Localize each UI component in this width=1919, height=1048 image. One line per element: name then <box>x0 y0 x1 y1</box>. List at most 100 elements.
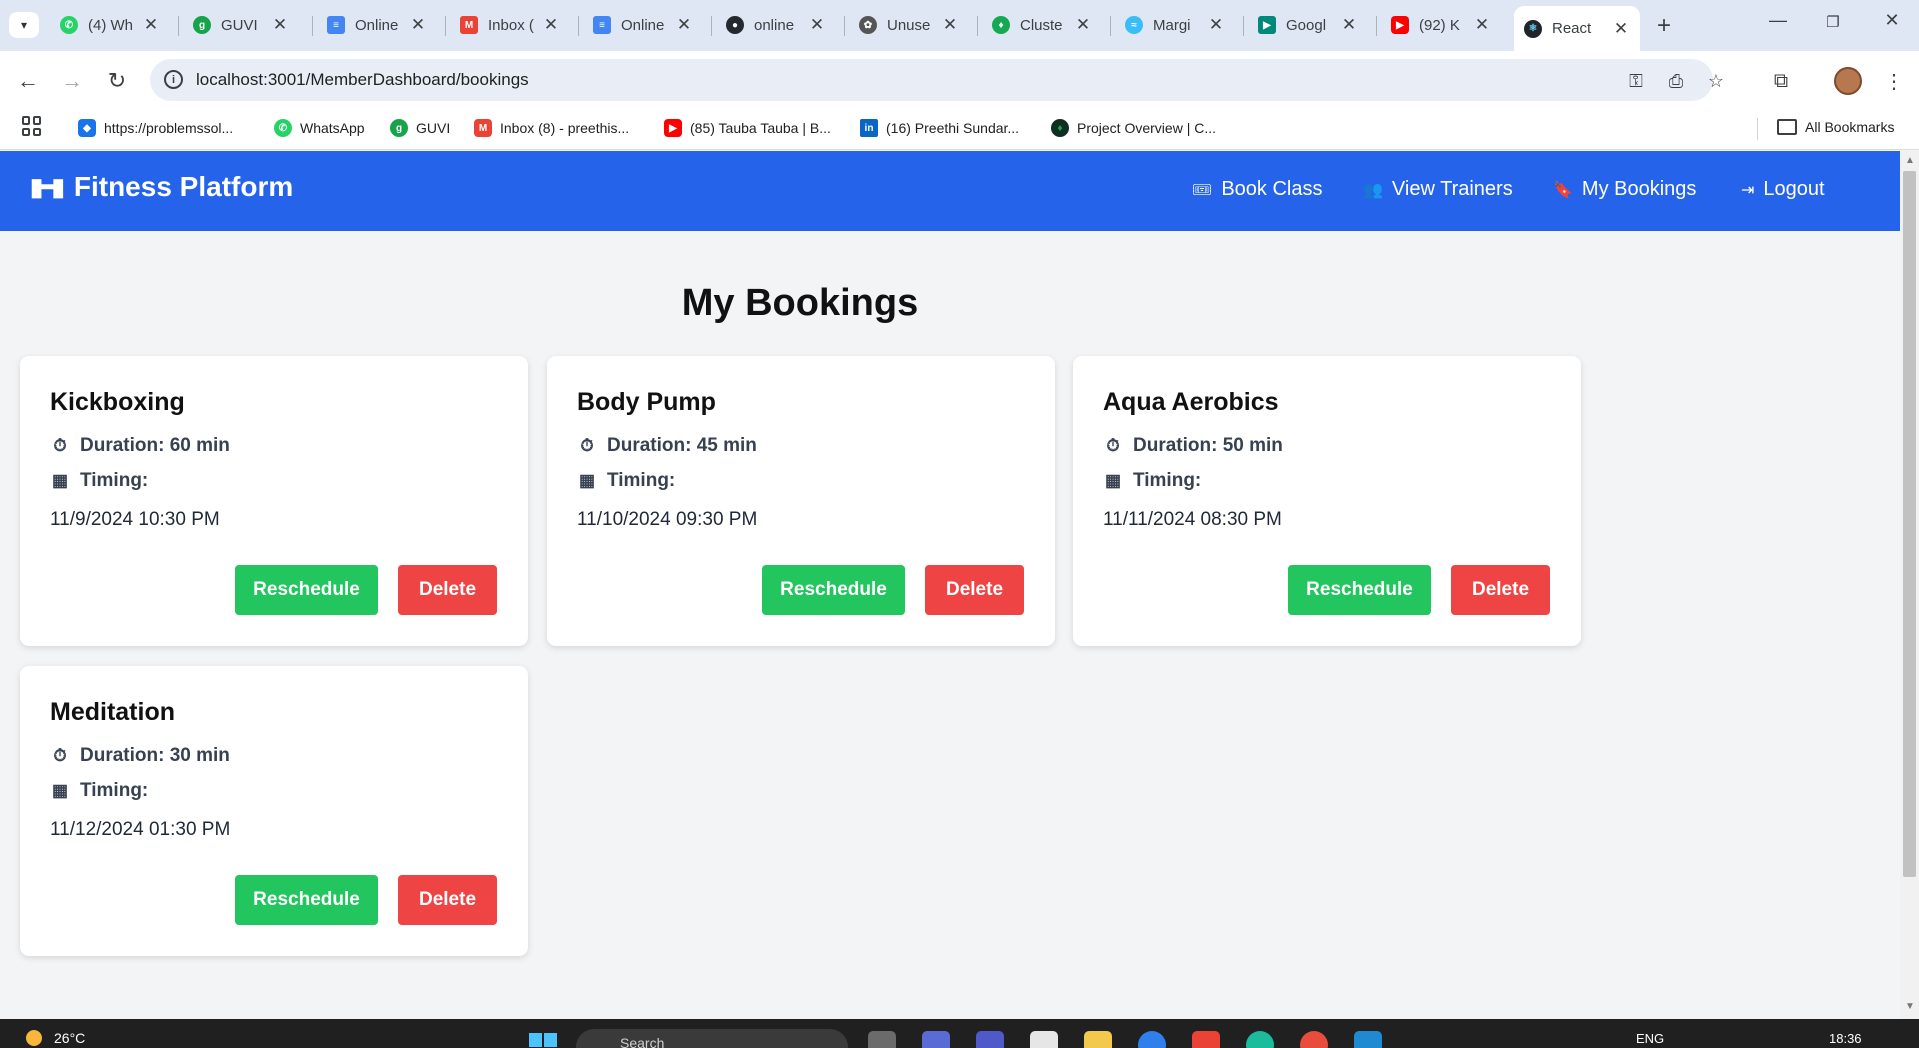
delete-button[interactable]: Delete <box>398 875 497 925</box>
reschedule-button[interactable]: Reschedule <box>235 565 378 615</box>
copilot-icon[interactable] <box>922 1031 950 1048</box>
taskbar-search[interactable]: Search <box>576 1029 848 1048</box>
task-view-icon[interactable] <box>868 1031 896 1048</box>
close-icon[interactable]: ✕ <box>941 15 959 35</box>
weather-widget[interactable]: 26°C <box>26 1030 85 1046</box>
address-url[interactable]: localhost:3001/MemberDashboard/bookings <box>196 70 529 90</box>
language-indicator[interactable]: ENG <box>1636 1031 1664 1046</box>
timing-value: 11/9/2024 10:30 PM <box>50 509 220 530</box>
bookmark-item[interactable]: in (16) Preethi Sundar... <box>860 119 1019 137</box>
guvi-icon: g <box>193 16 211 34</box>
reschedule-button[interactable]: Reschedule <box>762 565 905 615</box>
close-icon[interactable]: ✕ <box>1074 15 1092 35</box>
edge-icon[interactable] <box>1138 1031 1166 1048</box>
gmail-app-icon[interactable] <box>1192 1031 1220 1048</box>
vscode-icon[interactable] <box>1354 1031 1382 1048</box>
browser-tab[interactable]: ≡ Online ✕ <box>317 8 437 42</box>
timing-row: ▦ Timing: <box>51 780 149 801</box>
new-tab-button[interactable]: + <box>1650 12 1678 40</box>
browser-tab[interactable]: ♦ Cluste ✕ <box>982 8 1102 42</box>
browser-tab[interactable]: g GUVI ✕ <box>183 8 299 42</box>
mongodb-icon: ♦ <box>1051 119 1069 137</box>
bookmark-item[interactable]: M Inbox (8) - preethis... <box>474 119 629 137</box>
logout-icon: ⇥ <box>1741 181 1755 199</box>
nav-my-bookings[interactable]: 🔖 My Bookings <box>1553 178 1696 201</box>
clock[interactable]: 18:36 <box>1829 1031 1862 1046</box>
bookmark-item[interactable]: ♦ Project Overview | C... <box>1051 119 1216 137</box>
browser-tab[interactable]: ✆ (4) Wh ✕ <box>50 8 170 42</box>
close-icon[interactable]: ✕ <box>1473 15 1491 35</box>
bookmark-item[interactable]: ✆ WhatsApp <box>274 119 365 137</box>
file-explorer-icon[interactable] <box>1084 1031 1112 1048</box>
browser-tab[interactable]: ≡ Online ✕ <box>583 8 703 42</box>
brand[interactable]: ▮━▮ Fitness Platform <box>30 171 293 203</box>
reschedule-button[interactable]: Reschedule <box>235 875 378 925</box>
tailwind-icon: ≈ <box>1125 16 1143 34</box>
install-app-icon[interactable]: ⎙ <box>1663 68 1689 94</box>
delete-button[interactable]: Delete <box>925 565 1024 615</box>
restore-icon[interactable]: ❐ <box>1818 13 1848 31</box>
nav-view-trainers[interactable]: 👥 View Trainers <box>1363 178 1513 201</box>
close-icon[interactable]: ✕ <box>542 15 560 35</box>
nav-logout[interactable]: ⇥ Logout <box>1741 178 1825 201</box>
reload-icon[interactable]: ↻ <box>102 66 132 96</box>
minimize-icon[interactable]: — <box>1763 10 1793 31</box>
apps-grid-icon[interactable] <box>22 116 42 136</box>
browser-tab[interactable]: ▶ Googl ✕ <box>1248 8 1368 42</box>
browser-tab[interactable]: ✿ Unuse ✕ <box>849 8 969 42</box>
guvi-icon: g <box>390 119 408 137</box>
back-icon[interactable]: ← <box>13 66 43 96</box>
scroll-down-icon[interactable]: ▼ <box>1905 1001 1915 1012</box>
forward-icon[interactable]: → <box>57 66 87 96</box>
browser-tab-active[interactable]: ⚛ React ✕ <box>1514 6 1640 51</box>
profile-avatar[interactable] <box>1834 67 1862 95</box>
site-info-icon[interactable]: i <box>164 70 183 89</box>
scroll-thumb[interactable] <box>1903 171 1916 877</box>
booking-card: Kickboxing ⏱ Duration: 60 min ▦ Timing: … <box>20 356 528 646</box>
github-icon: ● <box>726 16 744 34</box>
close-icon[interactable]: ✕ <box>271 15 289 35</box>
address-bar[interactable]: i localhost:3001/MemberDashboard/booking… <box>150 59 1724 101</box>
chrome-icon[interactable] <box>1300 1031 1328 1048</box>
store-icon[interactable] <box>1030 1031 1058 1048</box>
all-bookmarks-button[interactable]: All Bookmarks <box>1777 119 1894 135</box>
browser-tab[interactable]: M Inbox ( ✕ <box>450 8 570 42</box>
reschedule-button[interactable]: Reschedule <box>1288 565 1431 615</box>
extensions-icon[interactable]: ⧉ <box>1766 66 1796 96</box>
bookmark-item[interactable]: ◆ https://problemssol... <box>78 119 233 137</box>
close-icon[interactable]: ✕ <box>1340 15 1358 35</box>
browser-tab[interactable]: ● online ✕ <box>716 8 836 42</box>
bookmark-item[interactable]: ▶ (85) Tauba Tauba | B... <box>664 119 831 137</box>
calendar-icon: ▦ <box>51 471 69 490</box>
close-icon[interactable]: ✕ <box>142 15 160 35</box>
booking-card: Meditation ⏱ Duration: 30 min ▦ Timing: … <box>20 666 528 956</box>
window-close-icon[interactable]: ✕ <box>1877 10 1907 31</box>
close-icon[interactable]: ✕ <box>1612 19 1630 39</box>
windows-start-icon[interactable] <box>529 1033 559 1048</box>
close-icon[interactable]: ✕ <box>675 15 693 35</box>
close-icon[interactable]: ✕ <box>409 15 427 35</box>
calendar-icon: ▦ <box>51 781 69 800</box>
tab-search-button[interactable]: ▾ <box>9 12 39 38</box>
linkedin-icon: in <box>860 119 878 137</box>
stopwatch-icon: ⏱ <box>1106 436 1120 455</box>
close-icon[interactable]: ✕ <box>1207 15 1225 35</box>
delete-button[interactable]: Delete <box>1451 565 1550 615</box>
close-icon[interactable]: ✕ <box>808 15 826 35</box>
bookmark-item[interactable]: g GUVI <box>390 119 450 137</box>
brand-title: Fitness Platform <box>73 171 294 202</box>
delete-button[interactable]: Delete <box>398 565 497 615</box>
page-scrollbar[interactable]: ▲ ▼ <box>1900 151 1919 1019</box>
youtube-icon: ▶ <box>664 119 682 137</box>
nav-book-class[interactable]: 🎟 Book Class <box>1192 178 1322 201</box>
scroll-up-icon[interactable]: ▲ <box>1905 155 1915 166</box>
menu-kebab-icon[interactable]: ⋮ <box>1879 66 1909 96</box>
teams-icon[interactable] <box>976 1031 1004 1048</box>
browser-tab[interactable]: ▶ (92) K ✕ <box>1381 8 1501 42</box>
browser-tab[interactable]: ≈ Margi ✕ <box>1115 8 1235 42</box>
bookmark-star-icon[interactable]: ☆ <box>1703 68 1729 94</box>
duration-row: ⏱ Duration: 45 min <box>577 435 757 457</box>
password-key-icon[interactable]: ⚿ <box>1623 68 1649 94</box>
browser-app-icon[interactable] <box>1246 1031 1274 1048</box>
calendar-icon: ▦ <box>578 471 596 490</box>
